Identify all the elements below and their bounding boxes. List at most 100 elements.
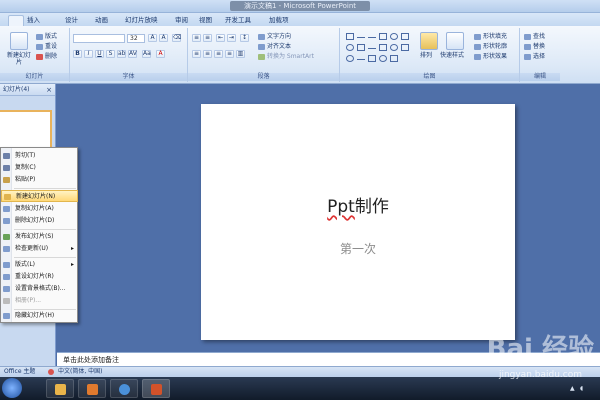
font-color-icon[interactable]: A <box>156 50 165 58</box>
spacing-icon[interactable]: AV <box>128 50 137 58</box>
quick-styles-icon[interactable] <box>446 32 464 50</box>
slide-subtitle[interactable]: 第一次 <box>201 240 515 257</box>
panel-tab-bar: 幻灯片(4) × <box>0 84 55 96</box>
arrow-shape-icon[interactable] <box>401 44 409 51</box>
shape-fill-button[interactable]: 形状填充 <box>474 33 507 41</box>
quick-styles-button[interactable]: 快速样式 <box>440 52 464 60</box>
smartart-button[interactable]: 转换为 SmartArt <box>258 53 314 61</box>
columns-icon[interactable]: ▥ <box>236 50 245 58</box>
line-shape-icon[interactable] <box>357 59 365 60</box>
menu-item-duplicate-slide[interactable]: 复制幻灯片(A) <box>1 203 78 215</box>
layout-button[interactable]: 版式 <box>36 33 57 41</box>
close-icon[interactable]: × <box>46 84 52 96</box>
menu-item-publish-slides[interactable]: 发布幻灯片(S) <box>1 231 78 243</box>
new-slide-button[interactable]: 新建幻灯片 <box>6 52 32 66</box>
menu-item-reset-slide[interactable]: 重设幻灯片(R) <box>1 271 78 283</box>
network-icon[interactable]: ▲ <box>570 385 575 392</box>
increase-indent-icon[interactable]: ⇥ <box>227 34 236 42</box>
align-left-icon[interactable]: ≡ <box>192 50 201 58</box>
taskbar-app[interactable] <box>110 379 138 398</box>
slide-title-latin: Ppt <box>327 197 355 217</box>
menu-item-hide-slide[interactable]: 隐藏幻灯片(H) <box>1 310 78 322</box>
taskbar: ▲ ◖ <box>0 377 600 400</box>
oval-shape-icon[interactable] <box>390 44 398 51</box>
line-shape-icon[interactable] <box>368 48 376 49</box>
italic-icon[interactable]: I <box>84 50 93 58</box>
language-status[interactable]: 中文(简体, 中国) <box>58 367 103 377</box>
slide-title[interactable]: Ppt制作 <box>201 192 515 217</box>
clear-format-icon[interactable]: ⌫ <box>172 34 181 42</box>
font-group: 32 A A ⌫ B I U S ab AV Aa A 字体 <box>70 28 188 82</box>
slide-canvas[interactable]: Ppt制作 第一次 <box>201 104 515 340</box>
line-shape-icon[interactable] <box>368 37 376 38</box>
line-shape-icon[interactable] <box>357 37 365 38</box>
tab-view[interactable]: 视图 <box>196 15 215 26</box>
drawing-group-label: 绘图 <box>340 73 519 81</box>
rectangle-shape-icon[interactable] <box>379 33 387 40</box>
shadow-icon[interactable]: S <box>106 50 115 58</box>
tab-insert[interactable]: 插入 <box>24 15 43 26</box>
slide-thumbnail[interactable] <box>0 110 52 150</box>
text-direction-button[interactable]: 文字方向 <box>258 33 291 41</box>
menu-item-delete-slide[interactable]: 删除幻灯片(D) <box>1 215 78 227</box>
oval-shape-icon[interactable] <box>390 33 398 40</box>
reset-button[interactable]: 重设 <box>36 43 57 51</box>
menu-item-cut[interactable]: 剪切(T) <box>1 150 78 162</box>
replace-button[interactable]: 替换 <box>524 43 545 51</box>
volume-icon[interactable]: ◖ <box>580 385 583 392</box>
shape-outline-button[interactable]: 形状轮廓 <box>474 43 507 51</box>
new-slide-icon[interactable] <box>10 32 28 50</box>
bullets-icon[interactable]: ≡ <box>192 34 201 42</box>
tab-home[interactable] <box>8 15 24 26</box>
star-shape-icon[interactable] <box>390 55 398 62</box>
oval-shape-icon[interactable] <box>379 55 387 62</box>
tab-design[interactable]: 设计 <box>62 15 81 26</box>
start-button-icon[interactable] <box>2 378 22 398</box>
oval-shape-icon[interactable] <box>346 55 354 62</box>
find-button[interactable]: 查找 <box>524 33 545 41</box>
grow-font-icon[interactable]: A <box>148 34 157 42</box>
taskbar-app[interactable] <box>78 379 106 398</box>
tab-addins[interactable]: 加载项 <box>266 15 292 26</box>
decrease-indent-icon[interactable]: ⇤ <box>216 34 225 42</box>
strikethrough-icon[interactable]: ab <box>117 50 126 58</box>
shape-effects-button[interactable]: 形状效果 <box>474 53 507 61</box>
taskbar-app-powerpoint[interactable] <box>142 379 170 398</box>
font-size-field[interactable]: 32 <box>127 34 145 43</box>
rectangle-shape-icon[interactable] <box>379 44 387 51</box>
rectangle-shape-icon[interactable] <box>346 33 354 40</box>
tab-slides[interactable]: 幻灯片(4) <box>3 86 30 93</box>
tab-review[interactable]: 审阅 <box>172 15 191 26</box>
bold-icon[interactable]: B <box>73 50 82 58</box>
arrange-icon[interactable] <box>420 32 438 50</box>
menu-separator <box>14 188 76 189</box>
delete-button[interactable]: 删除 <box>36 53 57 61</box>
align-center-icon[interactable]: ≡ <box>203 50 212 58</box>
taskbar-app[interactable] <box>46 379 74 398</box>
tab-animations[interactable]: 动画 <box>92 15 111 26</box>
align-text-button[interactable]: 对齐文本 <box>258 43 291 51</box>
shrink-font-icon[interactable]: A <box>159 34 168 42</box>
menu-item-copy[interactable]: 复制(C) <box>1 162 78 174</box>
spelling-check-icon[interactable] <box>48 369 54 375</box>
justify-icon[interactable]: ≡ <box>225 50 234 58</box>
numbering-icon[interactable]: ≡ <box>203 34 212 42</box>
select-button[interactable]: 选择 <box>524 53 545 61</box>
menu-item-paste[interactable]: 粘贴(P) <box>1 174 78 186</box>
arrange-button[interactable]: 排列 <box>420 52 432 60</box>
font-name-field[interactable] <box>73 34 125 43</box>
underline-icon[interactable]: U <box>95 50 104 58</box>
tab-developer[interactable]: 开发工具 <box>222 15 254 26</box>
line-spacing-icon[interactable]: ↕ <box>240 34 249 42</box>
align-right-icon[interactable]: ≡ <box>214 50 223 58</box>
tab-slide-show[interactable]: 幻灯片放映 <box>122 15 161 26</box>
menu-item-new-slide[interactable]: 新建幻灯片(N) <box>1 190 78 202</box>
menu-item-format-background[interactable]: 设置背景格式(B)... <box>1 283 78 295</box>
rounded-rect-shape-icon[interactable] <box>401 33 409 40</box>
menu-item-check-updates[interactable]: 检查更新(U) ▸ <box>1 243 78 255</box>
oval-shape-icon[interactable] <box>346 44 354 51</box>
menu-item-layout[interactable]: 版式(L) ▸ <box>1 259 78 271</box>
rectangle-shape-icon[interactable] <box>368 55 376 62</box>
triangle-shape-icon[interactable] <box>357 44 365 51</box>
change-case-icon[interactable]: Aa <box>142 50 151 58</box>
